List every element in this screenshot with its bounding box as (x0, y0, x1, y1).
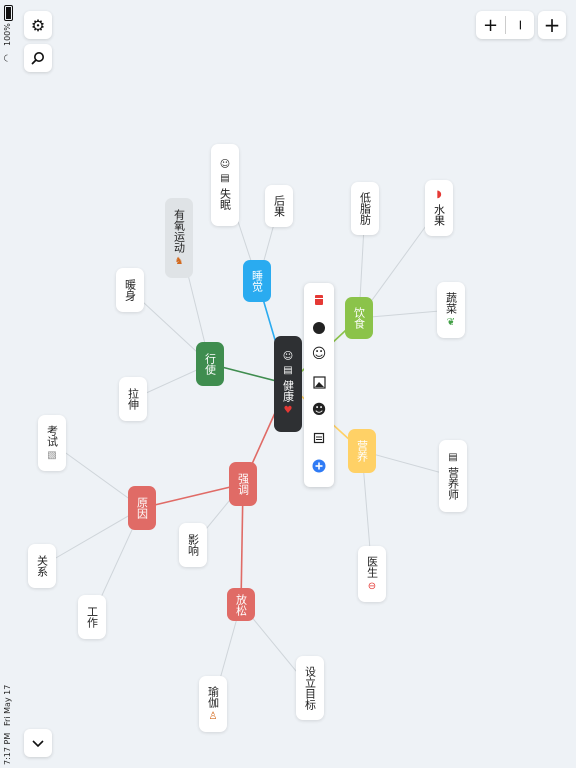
exam-label: 考试 (45, 425, 59, 447)
nutrition-node[interactable]: 营养 (348, 429, 376, 473)
stress-label: 强调 (236, 473, 250, 495)
image-icon (312, 375, 326, 389)
doctor-label: 医生 (365, 556, 379, 578)
relationship-node[interactable]: 关系 (28, 544, 56, 588)
note-icon: ▤ (220, 173, 230, 184)
tag-button[interactable] (311, 292, 327, 308)
root-node[interactable]: ☺ ▤ 健康 ♥ (274, 336, 302, 432)
stretch-label: 拉伸 (126, 388, 140, 410)
cause-node[interactable]: 原因 (128, 486, 156, 530)
battery-percent: 100% (3, 23, 12, 46)
vegetable-label: 蔬菜 (444, 292, 458, 314)
search-button[interactable] (24, 44, 52, 72)
consequence-node[interactable]: 后果 (265, 185, 293, 227)
note-button[interactable] (311, 430, 327, 446)
fruit-label: 水果 (432, 204, 446, 226)
zoom-in-label: + (482, 14, 499, 36)
zoom-out-button[interactable]: − (506, 11, 534, 39)
fruit-node[interactable]: ◗ 水果 (425, 180, 453, 236)
watermelon-icon: ◗ (436, 189, 442, 200)
status-time: 7:17 PM (3, 732, 12, 765)
set-goal-node[interactable]: 设立目标 (296, 656, 324, 720)
runner-icon: ♞ (174, 256, 184, 267)
collapse-button[interactable] (24, 729, 52, 757)
status-date: Fri May 17 (3, 684, 12, 726)
gear-icon: ⚙ (30, 15, 46, 35)
zoom-out-label: − (511, 19, 528, 31)
emoji-button[interactable]: ☺ (311, 346, 327, 362)
relax-label: 放松 (234, 593, 248, 616)
image-button[interactable] (311, 374, 327, 390)
add-node-label: + (543, 13, 561, 37)
relationship-label: 关系 (35, 555, 49, 577)
settings-button[interactable]: ⚙ (24, 11, 52, 39)
consequence-label: 后果 (272, 195, 286, 217)
aerobic-node[interactable]: 有氧运动 ♞ (165, 198, 193, 278)
wifi-icon: ◠ (3, 54, 13, 62)
aerobic-label: 有氧运动 (172, 209, 186, 253)
nutrition-label: 营养 (355, 440, 369, 462)
warmup-label: 暖身 (123, 279, 137, 301)
relax-node[interactable]: 放松 (227, 588, 255, 621)
paper-icon: ▧ (47, 450, 57, 461)
add-icon (312, 459, 326, 473)
work-node[interactable]: 工作 (78, 595, 106, 639)
doctor-icon: ⊖ (367, 581, 377, 592)
battery-icon (4, 5, 13, 21)
exercise-label: 行使 (203, 353, 217, 375)
vegetable-icon: ❦ (446, 317, 456, 328)
diet-node[interactable]: 饮食 (345, 297, 373, 339)
add-child-button[interactable] (311, 458, 327, 474)
nutritionist-label: 营养师 (446, 466, 460, 500)
tag-icon (315, 295, 323, 305)
root-label: 健康 (281, 380, 295, 402)
sticker-icon: ☻ (311, 402, 327, 418)
document-icon: ▤ (283, 365, 293, 376)
note-icon (313, 432, 325, 444)
set-goal-label: 设立目标 (303, 666, 317, 710)
diet-label: 饮食 (352, 307, 366, 329)
add-node-button[interactable]: + (538, 11, 566, 39)
color-fill-icon (313, 322, 325, 334)
insomnia-node[interactable]: ☺ ▤ 失眠 (211, 144, 239, 226)
sleepy-icon: ☺ (219, 159, 231, 170)
work-label: 工作 (85, 606, 99, 628)
warmup-node[interactable]: 暖身 (116, 268, 144, 312)
node-toolbar: ☺ ☻ (304, 283, 334, 487)
low-fat-node[interactable]: 低脂肪 (351, 182, 379, 235)
influence-label: 影响 (186, 534, 200, 556)
yoga-label: 瑜伽 (206, 686, 220, 708)
cause-label: 原因 (135, 497, 149, 519)
color-fill-button[interactable] (311, 320, 327, 336)
yoga-pose-icon: ♙ (208, 711, 218, 722)
stress-node[interactable]: 强调 (229, 462, 257, 506)
smiley-icon: ☺ (282, 351, 294, 362)
search-icon (31, 52, 44, 65)
low-fat-label: 低脂肪 (358, 192, 372, 225)
sleep-label: 睡觉 (250, 270, 264, 292)
nutritionist-node[interactable]: ▤ 营养师 (439, 440, 467, 512)
sleep-node[interactable]: 睡觉 (243, 260, 271, 302)
exercise-node[interactable]: 行使 (196, 342, 224, 386)
zoom-in-button[interactable]: + (476, 11, 505, 39)
zoom-control: + − (476, 11, 534, 39)
yoga-node[interactable]: 瑜伽 ♙ (199, 676, 227, 732)
status-bar: 100% ◠ 7:17 PM Fri May 17 (0, 0, 18, 768)
doctor-node[interactable]: 医生 ⊖ (358, 546, 386, 602)
insomnia-label: 失眠 (218, 188, 232, 210)
note-icon: ▤ (448, 451, 458, 463)
sticker-button[interactable]: ☻ (311, 402, 327, 418)
stretch-node[interactable]: 拉伸 (119, 377, 147, 421)
smiley-icon: ☺ (311, 346, 327, 362)
chevron-down-icon (32, 740, 44, 748)
influence-node[interactable]: 影响 (179, 523, 207, 567)
heart-icon: ♥ (283, 405, 293, 416)
vegetable-node[interactable]: 蔬菜 ❦ (437, 282, 465, 338)
exam-node[interactable]: 考试 ▧ (38, 415, 66, 471)
